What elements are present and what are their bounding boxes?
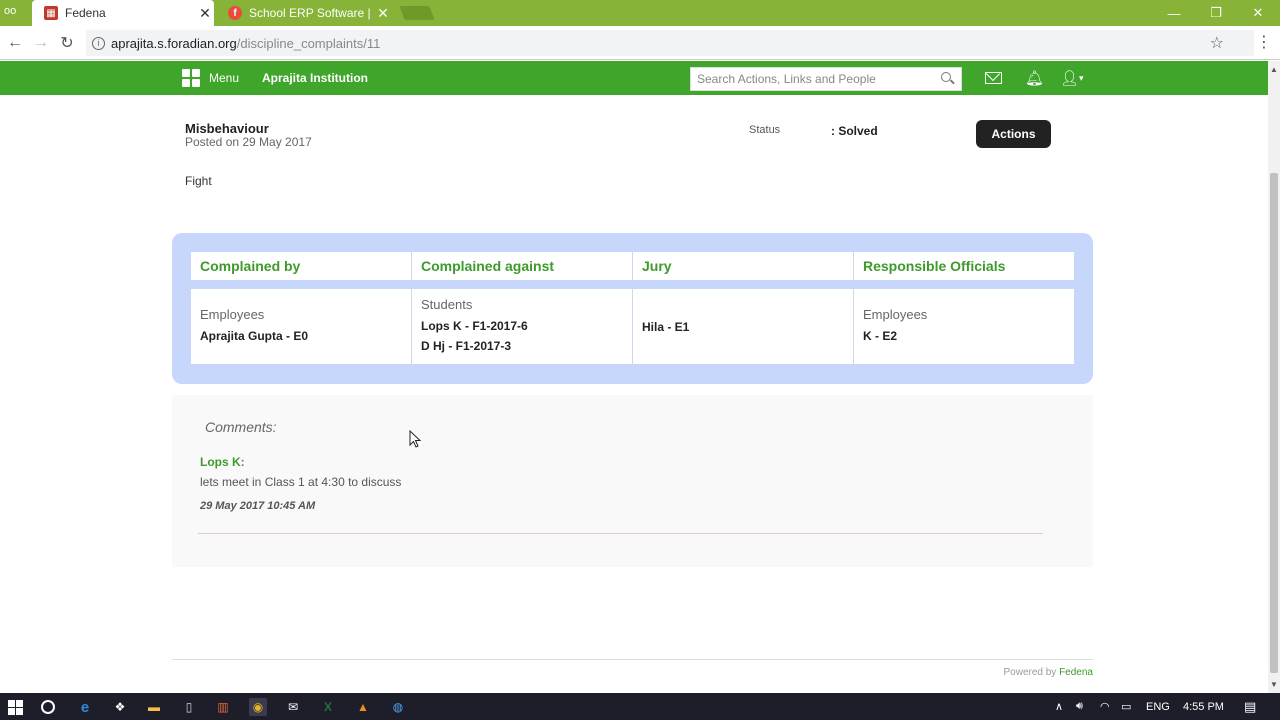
comment-author[interactable]: Lops K: — [200, 455, 245, 469]
app-header: Menu Aprajita Institution 🔔︎ 👤︎▾ — [0, 61, 1268, 95]
header-complained-against: Complained against — [412, 252, 633, 280]
info-icon[interactable]: i — [92, 36, 105, 50]
windows-taskbar: e ❖ ▬ ▯ ▥ ◉ ✉ X ▲ ◍ ∧ 🔊︎ ◠ ▭ ENG 4:55 PM… — [0, 693, 1280, 720]
person-name: Hila - E1 — [642, 319, 690, 334]
reload-icon[interactable]: ↻ — [56, 32, 78, 54]
tray-chevron-icon[interactable]: ∧ — [1055, 693, 1063, 720]
messages-button[interactable] — [985, 61, 1002, 95]
volume-icon[interactable]: 🔊︎ — [1076, 693, 1083, 720]
cell-jury: Hila - E1 — [633, 289, 854, 364]
header-jury: Jury — [633, 252, 854, 280]
cell-complained-against: Students Lops K - F1-2017-6 D Hj - F1-20… — [412, 289, 633, 364]
wifi-icon[interactable]: ◠ — [1100, 693, 1110, 720]
posted-date: Posted on 29 May 2017 — [185, 135, 312, 149]
grid-menu-icon — [182, 69, 200, 87]
cell-complained-by: Employees Aprajita Gupta - E0 — [191, 289, 412, 364]
url-path: /discipline_complaints/11 — [236, 35, 381, 51]
browser-tabstrip: oo ▦ Fedena ✕ f School ERP Software | Sc… — [0, 0, 1280, 26]
close-icon[interactable]: ✕ — [196, 5, 214, 22]
user-profile-icon[interactable]: 👤︎ ▾ — [1060, 61, 1084, 95]
comment-text: lets meet in Class 1 at 4:30 to discuss — [200, 475, 402, 489]
complaint-description: Fight — [185, 174, 212, 188]
comments-section: Comments: Lops K: lets meet in Class 1 a… — [172, 395, 1093, 567]
tab-title: School ERP Software | Sc — [249, 6, 374, 20]
header-responsible-officials: Responsible Officials — [863, 258, 1006, 274]
parties-panel: Complained by Complained against Jury Re… — [172, 233, 1093, 384]
header-complained-by: Complained by — [191, 252, 412, 280]
parties-header-row: Complained by Complained against Jury Re… — [191, 252, 1074, 280]
category-label: Employees — [863, 307, 928, 322]
store-app-icon[interactable]: ❖ — [111, 698, 129, 716]
vlc-icon[interactable]: ▲ — [354, 698, 372, 716]
footer-divider — [172, 659, 1093, 660]
minimize-icon[interactable]: — — [1152, 0, 1196, 26]
institution-name[interactable]: Aprajita Institution — [262, 61, 368, 95]
windows-start-icon[interactable] — [6, 698, 24, 716]
chrome-taskbar-icon[interactable]: ◉ — [249, 698, 267, 716]
cell-responsible-officials: Employees K - E2 — [854, 289, 1074, 364]
file-explorer-icon[interactable]: ▬ — [145, 698, 163, 716]
close-icon[interactable]: ✕ — [374, 5, 392, 22]
language-indicator[interactable]: ENG — [1146, 693, 1170, 720]
tab-title: Fedena — [65, 6, 106, 20]
excel-icon[interactable]: X — [319, 698, 337, 716]
fedena-favicon-icon: ▦ — [44, 6, 58, 20]
scroll-up-icon[interactable]: ▲ — [1270, 65, 1278, 74]
system-clock[interactable]: 4:55 PM — [1183, 693, 1224, 720]
notepad-icon[interactable]: ▯ — [180, 698, 198, 716]
status-label: Status — [749, 124, 781, 136]
app-circle-icon[interactable]: ◍ — [389, 698, 407, 716]
archive-app-icon[interactable]: ▥ — [214, 698, 232, 716]
browser-menu-icon[interactable]: ⋮ — [1256, 32, 1272, 52]
action-center-icon[interactable]: ▤ — [1244, 693, 1256, 720]
powered-by: Powered by Fedena — [1003, 667, 1093, 678]
notifications-bell-icon[interactable]: 🔔︎ — [1025, 61, 1044, 95]
mouse-cursor-icon — [409, 430, 422, 448]
search-icon[interactable] — [939, 71, 955, 87]
main-content: Misbehaviour Posted on 29 May 2017 Statu… — [0, 95, 1268, 693]
status-value: : Solved — [831, 124, 878, 138]
mail-app-icon[interactable]: ✉ — [284, 698, 302, 716]
person-name: Aprajita Gupta - E0 — [200, 329, 309, 343]
powered-brand-link[interactable]: Fedena — [1059, 667, 1093, 678]
actions-button[interactable]: Actions — [976, 120, 1051, 148]
tab-fedena[interactable]: ▦ Fedena ✕ — [32, 0, 214, 26]
parties-table: Complained by Complained against Jury Re… — [191, 252, 1074, 364]
cortana-icon[interactable] — [39, 698, 57, 716]
tab-school-erp[interactable]: f School ERP Software | Sc ✕ — [220, 0, 392, 26]
complaint-title: Misbehaviour — [185, 121, 269, 136]
person-name: Lops K - F1-2017-6 — [421, 319, 528, 333]
scrollbar-thumb[interactable] — [1270, 173, 1278, 673]
battery-icon[interactable]: ▭ — [1121, 693, 1131, 720]
address-bar[interactable]: i aprajita.s.foradian.org/discipline_com… — [86, 30, 1254, 56]
browser-toolbar: ← → ↻ i aprajita.s.foradian.org/discipli… — [0, 26, 1280, 60]
scroll-down-icon[interactable]: ▼ — [1270, 680, 1278, 689]
bookmark-star-icon[interactable]: ☆ — [1210, 33, 1224, 53]
restore-icon[interactable]: ❐ — [1194, 0, 1238, 26]
powered-prefix: Powered by — [1003, 667, 1060, 678]
comment-divider — [198, 533, 1043, 534]
page-scrollbar[interactable]: ▲ ▼ — [1268, 61, 1280, 693]
parties-body-row: Employees Aprajita Gupta - E0 Students L… — [191, 289, 1074, 364]
search-box[interactable] — [690, 67, 962, 91]
url-host: aprajita.s.foradian.org — [111, 35, 237, 51]
new-tab-button[interactable] — [399, 6, 435, 20]
category-label: Students — [421, 297, 473, 312]
search-input[interactable] — [697, 72, 939, 86]
foradian-favicon-icon: f — [228, 6, 242, 20]
forward-icon[interactable]: → — [30, 32, 52, 54]
menu-label: Menu — [209, 71, 240, 85]
category-label: Employees — [200, 307, 265, 322]
person-name: D Hj - F1-2017-3 — [421, 339, 512, 353]
comment-timestamp: 29 May 2017 10:45 AM — [200, 500, 316, 512]
edge-icon[interactable]: e — [76, 698, 94, 716]
person-name: K - E2 — [863, 329, 898, 343]
back-icon[interactable]: ← — [4, 32, 26, 54]
mail-icon — [985, 72, 1002, 84]
window-close-icon[interactable]: ✕ — [1236, 0, 1280, 26]
menu-button[interactable]: Menu — [182, 61, 239, 95]
profile-glasses-icon[interactable]: oo — [4, 5, 16, 17]
comments-heading: Comments: — [205, 419, 277, 435]
